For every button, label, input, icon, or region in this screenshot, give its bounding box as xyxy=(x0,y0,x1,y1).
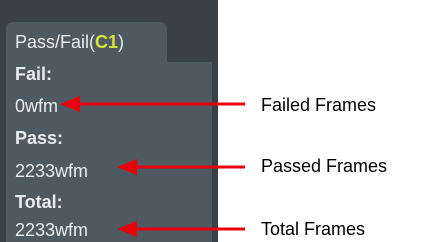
failed-arrow xyxy=(60,96,245,112)
passed-arrow xyxy=(117,159,245,175)
total-arrow xyxy=(117,221,245,237)
annotation-arrows xyxy=(60,96,245,237)
passed-frames-annotation: Passed Frames xyxy=(261,156,388,176)
total-frames-annotation: Total Frames xyxy=(261,219,366,239)
failed-frames-annotation: Failed Frames xyxy=(261,95,377,115)
